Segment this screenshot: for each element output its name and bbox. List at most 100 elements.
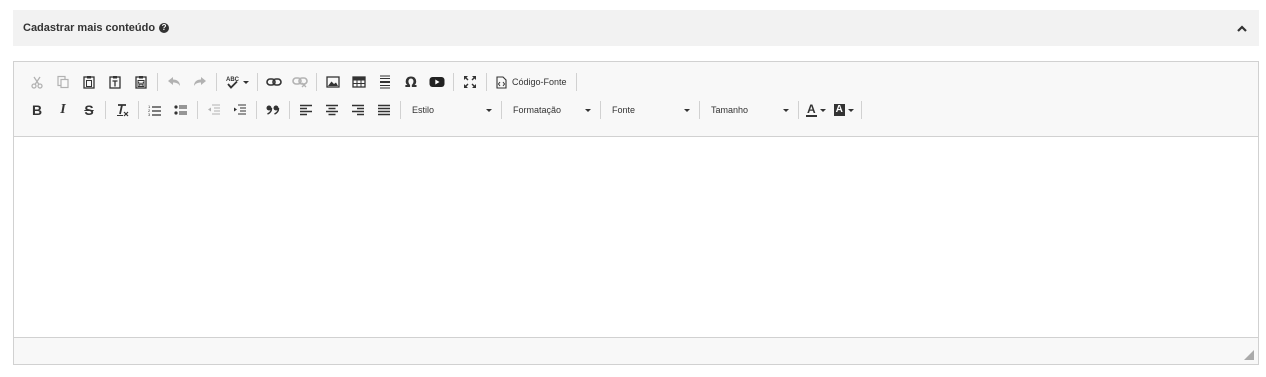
toolbar-separator	[316, 73, 317, 91]
italic-button[interactable]: I	[50, 99, 76, 121]
toolbar-separator	[575, 73, 577, 91]
youtube-button[interactable]	[424, 71, 450, 93]
indent-button[interactable]	[227, 99, 253, 121]
remove-format-button[interactable]	[109, 99, 135, 121]
image-icon	[326, 76, 340, 88]
copy-button[interactable]	[50, 71, 76, 93]
chevron-down-icon	[783, 108, 789, 112]
align-justify-button[interactable]	[371, 99, 397, 121]
chevron-down-icon	[847, 108, 854, 112]
source-button[interactable]: Código-Fonte	[490, 71, 573, 93]
outdent-button[interactable]	[201, 99, 227, 121]
numbered-list-button[interactable]: 123	[142, 99, 168, 121]
chevron-down-icon	[684, 108, 690, 112]
link-button[interactable]	[261, 71, 287, 93]
toolbar-separator	[257, 73, 258, 91]
toolbar-separator	[860, 101, 862, 119]
toolbar-separator	[400, 101, 401, 119]
numbered-list-icon: 123	[148, 104, 161, 116]
toolbar-separator	[699, 101, 700, 119]
toolbar-row-1: ABC Ω Código-Fonte	[24, 70, 1248, 94]
redo-button[interactable]	[187, 71, 213, 93]
font-combo-label: Fonte	[612, 105, 636, 115]
omega-icon: Ω	[405, 75, 417, 89]
style-combo-label: Estilo	[412, 105, 435, 115]
toolbar-separator	[453, 73, 454, 91]
redo-icon	[194, 77, 206, 86]
align-left-icon	[300, 104, 312, 116]
toolbar-row-2: B I S 123 Estilo Formatação Fonte Tamanh…	[24, 98, 1248, 122]
chevron-down-icon	[585, 108, 591, 112]
editor-content-area[interactable]	[14, 137, 1258, 337]
editor-statusbar	[14, 337, 1258, 364]
collapse-button[interactable]	[1235, 21, 1249, 35]
maximize-icon	[464, 76, 476, 88]
align-center-button[interactable]	[319, 99, 345, 121]
spellcheck-icon: ABC	[226, 77, 240, 89]
paste-button[interactable]	[76, 71, 102, 93]
size-combo-label: Tamanho	[711, 105, 749, 115]
toolbar-separator	[486, 73, 487, 91]
help-icon[interactable]: ?	[159, 23, 170, 33]
unlink-button[interactable]	[287, 71, 313, 93]
cut-button[interactable]	[24, 71, 50, 93]
bg-color-button[interactable]: A	[830, 99, 858, 121]
horizontal-rule-button[interactable]	[372, 71, 398, 93]
scissors-icon	[31, 76, 43, 89]
toolbar-separator	[501, 101, 502, 119]
format-combo[interactable]: Formatação	[505, 99, 597, 121]
panel-header[interactable]: Cadastrar mais conteúdo ?	[13, 10, 1259, 46]
clipboard-icon	[83, 76, 95, 89]
align-center-icon	[326, 104, 338, 116]
toolbar-separator	[105, 101, 106, 119]
chevron-down-icon	[243, 80, 249, 84]
font-combo[interactable]: Fonte	[604, 99, 696, 121]
align-justify-icon	[378, 104, 390, 116]
italic-label: I	[60, 102, 66, 117]
indent-icon	[234, 104, 246, 115]
strike-label: S	[84, 102, 94, 118]
paste-text-button[interactable]	[102, 71, 128, 93]
strike-button[interactable]: S	[76, 99, 102, 121]
chevron-down-icon	[819, 108, 826, 112]
align-right-icon	[352, 104, 364, 116]
copy-icon	[57, 75, 69, 89]
image-button[interactable]	[320, 71, 346, 93]
toolbar-separator	[157, 73, 158, 91]
quote-icon	[266, 105, 280, 115]
resize-grip-icon[interactable]	[1244, 350, 1254, 360]
source-code-icon	[496, 75, 507, 89]
align-left-button[interactable]	[293, 99, 319, 121]
bullet-list-icon	[174, 105, 187, 115]
align-right-button[interactable]	[345, 99, 371, 121]
chevron-down-icon	[486, 108, 492, 112]
text-color-icon: A	[806, 101, 817, 117]
svg-text:3: 3	[148, 112, 151, 116]
link-icon	[266, 78, 282, 86]
bullet-list-button[interactable]	[168, 99, 194, 121]
text-color-button[interactable]: A	[802, 99, 830, 121]
blockquote-button[interactable]	[260, 99, 286, 121]
paste-word-icon	[135, 76, 147, 89]
toolbar-separator	[216, 73, 217, 91]
special-char-button[interactable]: Ω	[398, 71, 424, 93]
horizontal-line-icon	[380, 75, 390, 89]
bold-button[interactable]: B	[24, 99, 50, 121]
paste-word-button[interactable]	[128, 71, 154, 93]
svg-text:Ω: Ω	[405, 75, 417, 89]
undo-button[interactable]	[161, 71, 187, 93]
remove-format-icon	[117, 104, 129, 117]
chevron-up-icon	[1237, 24, 1247, 32]
style-combo[interactable]: Estilo	[404, 99, 498, 121]
outdent-icon	[208, 104, 220, 115]
toolbar-separator	[256, 101, 257, 119]
table-button[interactable]	[346, 71, 372, 93]
size-combo[interactable]: Tamanho	[703, 99, 795, 121]
table-icon	[352, 76, 366, 88]
panel-title: Cadastrar mais conteúdo ?	[23, 22, 170, 34]
paste-text-icon	[109, 76, 121, 89]
toolbar-separator	[138, 101, 139, 119]
spellcheck-button[interactable]: ABC	[220, 71, 254, 93]
maximize-button[interactable]	[457, 71, 483, 93]
toolbar-separator	[600, 101, 601, 119]
